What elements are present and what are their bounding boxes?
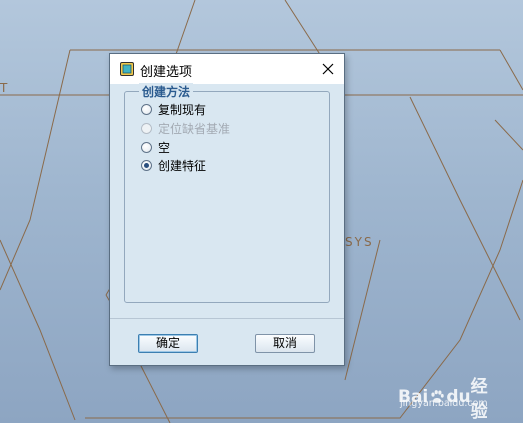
radio-label: 复制现有 (158, 102, 207, 117)
radio-label: 定位缺省基准 (158, 121, 231, 136)
radio-button-icon[interactable] (141, 141, 152, 153)
radio-dot (144, 162, 149, 168)
dialog-titlebar[interactable]: 创建选项 (110, 54, 344, 84)
create-options-dialog: 创建选项 创建方法 复制现有 定位缺省基准 空 创建特征 确定 取消 (109, 53, 345, 366)
radio-label: 创建特征 (158, 158, 207, 173)
datum-plane-edge (499, 49, 523, 91)
datum-plane-edge (0, 239, 76, 421)
datum-plane-edge (344, 239, 381, 381)
radio-button-selected-icon[interactable] (141, 159, 152, 171)
close-icon[interactable] (318, 59, 338, 79)
baidu-jingyan-watermark: Bai du 经验 jingyan.baidu.com (398, 372, 498, 422)
watermark-brand-right: 经验 (470, 377, 488, 422)
ok-button[interactable]: 确定 (138, 334, 198, 353)
datum-plane-edge (139, 363, 171, 423)
datum-plane-edge (0, 49, 71, 291)
radio-empty[interactable]: 空 (141, 139, 170, 155)
cancel-button[interactable]: 取消 (255, 334, 315, 353)
radio-locate-default-datums: 定位缺省基准 (141, 120, 230, 136)
footer-divider (110, 318, 344, 319)
create-method-group: 创建方法 复制现有 定位缺省基准 空 创建特征 (124, 83, 330, 303)
datum-label-left: T (0, 81, 9, 95)
datum-plane-edge (494, 119, 523, 151)
radio-create-features[interactable]: 创建特征 (141, 157, 206, 173)
datum-plane-edge (409, 96, 521, 321)
watermark-url: jingyan.baidu.com (400, 398, 488, 409)
radio-button-icon (141, 122, 152, 134)
group-title: 创建方法 (139, 83, 194, 100)
radio-button-icon[interactable] (141, 103, 152, 115)
datum-label-csys: SYS (345, 235, 374, 249)
radio-copy-existing[interactable]: 复制现有 (141, 101, 206, 117)
dialog-title: 创建选项 (140, 65, 193, 80)
watermark-logo: Bai du 经验 (398, 372, 498, 422)
radio-label: 空 (158, 140, 171, 155)
app-icon (120, 62, 134, 76)
